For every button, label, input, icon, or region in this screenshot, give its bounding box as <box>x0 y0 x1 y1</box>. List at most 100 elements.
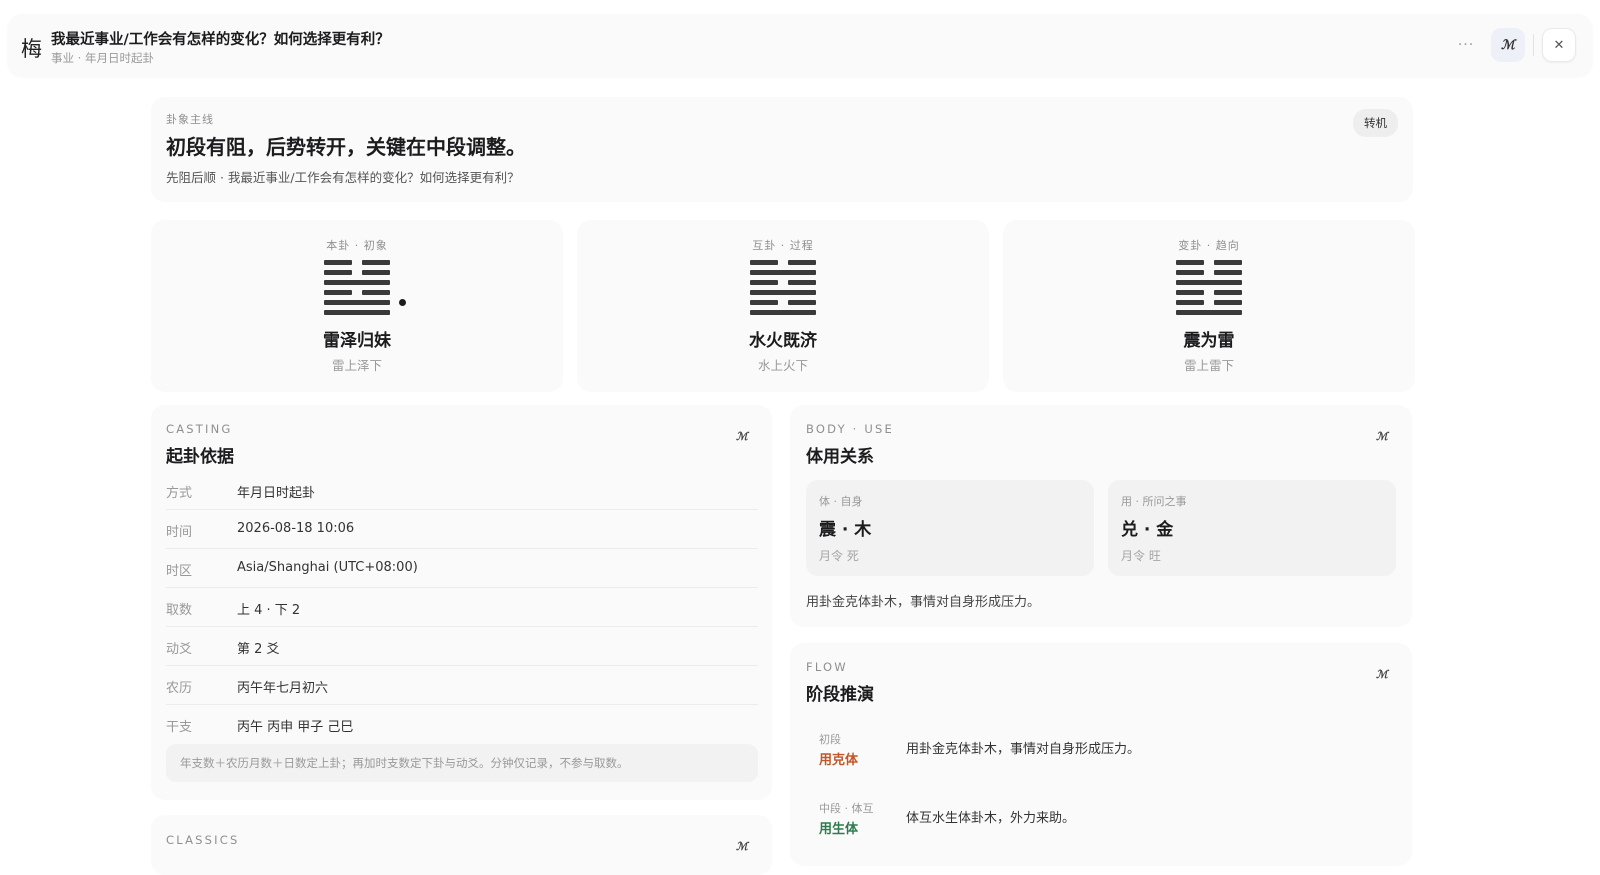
flow-eyebrow: FLOW <box>806 660 848 674</box>
stage-label: 初段 <box>819 733 841 746</box>
hexagram-card-original: 本卦 · 初象 雷泽归妹 雷上泽下 <box>151 220 563 392</box>
casting-row: 动爻 第 2 爻 <box>166 627 758 666</box>
stage-relation: 用克体 <box>819 753 859 768</box>
summary-description: 先阻后顺 · 我最近事业/工作会有怎样的变化？如何选择更有利？ <box>166 170 520 185</box>
moving-line-marker <box>399 299 406 306</box>
stage-relation: 用生体 <box>819 822 859 837</box>
yin-line <box>324 290 390 295</box>
casting-row-key: 农历 <box>166 681 193 696</box>
body-value: 震 · 木 <box>819 520 872 540</box>
hexagram-trigrams: 水上火下 <box>757 358 808 373</box>
casting-row-value: 丙午 丙申 甲子 己巳 <box>237 720 354 735</box>
hexagram-name: 雷泽归妹 <box>323 331 391 351</box>
yang-line <box>324 280 390 285</box>
casting-row: 时间 2026-08-18 10:06 <box>166 510 758 549</box>
yin-line <box>1176 300 1242 305</box>
casting-row-value: 2026-08-18 10:06 <box>237 521 355 536</box>
yin-line <box>1176 290 1242 295</box>
yang-line <box>750 290 816 295</box>
trend-badge: 转机 <box>1353 109 1398 137</box>
yin-line <box>324 270 390 275</box>
use-status: 月令 旺 <box>1121 549 1161 563</box>
yin-line <box>750 280 816 285</box>
yang-line <box>1176 310 1242 315</box>
hexagram-name: 水火既济 <box>749 331 817 351</box>
flow-title: 阶段推演 <box>806 685 874 705</box>
ai-icon: ℳ <box>1501 37 1515 53</box>
summary-eyebrow: 卦象主线 <box>166 113 214 126</box>
yang-line <box>324 310 390 315</box>
body-use-card: BODY · USE 体用关系 ℳ 体 · 自身 震 · 木 月令 死 用 · … <box>790 405 1412 627</box>
classics-eyebrow: CLASSICS <box>166 833 240 847</box>
casting-row-value: 上 4 · 下 2 <box>237 603 301 618</box>
flow-card: FLOW 阶段推演 ℳ 初段 用克体 用卦金克体卦木，事情对自身形成压力。 中段… <box>790 643 1412 866</box>
yin-line <box>750 300 816 305</box>
hexagram-figure <box>324 260 406 316</box>
use-value: 兑 · 金 <box>1121 520 1174 540</box>
casting-row-value: 丙午年七月初六 <box>237 681 329 696</box>
stage-text: 体互水生体卦木，外力来助。 <box>906 811 1076 826</box>
summary-headline: 初段有阻，后势转开，关键在中段调整。 <box>166 135 526 159</box>
body-use-eyebrow: BODY · USE <box>806 422 894 436</box>
hexagram-trigrams: 雷上雷下 <box>1183 358 1234 373</box>
yin-line <box>1176 260 1242 265</box>
close-icon: ✕ <box>1553 37 1565 53</box>
yang-line <box>750 270 816 275</box>
casting-row-value: 第 2 爻 <box>237 642 280 657</box>
hexagram-card-mutual: 互卦 · 过程 水火既济 水上火下 <box>577 220 989 392</box>
hexagram-figure <box>750 260 816 316</box>
body-box: 体 · 自身 震 · 木 月令 死 <box>806 480 1094 576</box>
use-box: 用 · 所问之事 兑 · 金 月令 旺 <box>1108 480 1396 576</box>
casting-row: 方式 年月日时起卦 <box>166 471 758 510</box>
yang-line <box>1176 280 1242 285</box>
yin-line <box>750 260 816 265</box>
body-use-conclusion: 用卦金克体卦木，事情对自身形成压力。 <box>806 595 1041 610</box>
more-menu-button[interactable]: ··· <box>1449 28 1483 62</box>
use-label: 用 · 所问之事 <box>1121 495 1187 508</box>
close-button[interactable]: ✕ <box>1542 28 1576 62</box>
casting-card: CASTING 起卦依据 ℳ 方式 年月日时起卦 时间 2026-08-18 1… <box>151 405 772 800</box>
body-status: 月令 死 <box>819 549 859 563</box>
ai-interpret-button[interactable]: ℳ <box>1491 28 1525 62</box>
casting-row-key: 取数 <box>166 603 193 618</box>
stage-label: 中段 · 体互 <box>819 802 874 815</box>
classics-card: CLASSICS ℳ <box>151 815 772 875</box>
casting-row: 取数 上 4 · 下 2 <box>166 588 758 627</box>
yin-line <box>1176 270 1242 275</box>
title-bar-actions: ··· ℳ ✕ <box>1449 28 1576 62</box>
casting-row-key: 方式 <box>166 486 193 501</box>
body-label: 体 · 自身 <box>819 495 863 508</box>
title-bar: 梅 我最近事业/工作会有怎样的变化？如何选择更有利？ 事业 · 年月日时起卦 ·… <box>8 14 1592 76</box>
yang-line <box>324 300 390 305</box>
hexagram-figure <box>1176 260 1242 316</box>
yang-line <box>750 310 816 315</box>
hexagram-eyebrow: 互卦 · 过程 <box>752 239 814 252</box>
body-use-title: 体用关系 <box>806 447 874 467</box>
ai-interpret-icon[interactable]: ℳ <box>1376 668 1388 681</box>
more-icon: ··· <box>1457 37 1475 53</box>
summary-card: 卦象主线 初段有阻，后势转开，关键在中段调整。 先阻后顺 · 我最近事业/工作会… <box>151 97 1413 202</box>
casting-row-key: 干支 <box>166 720 193 735</box>
casting-row-key: 动爻 <box>166 642 193 657</box>
hexagram-card-changed: 变卦 · 趋向 震为雷 雷上雷下 <box>1003 220 1415 392</box>
ai-interpret-icon[interactable]: ℳ <box>1376 430 1388 443</box>
toolbar-divider <box>1533 34 1534 56</box>
casting-row-value: Asia/Shanghai (UTC+08:00) <box>237 560 418 575</box>
app-logo: 梅 <box>21 37 42 61</box>
yin-line <box>324 260 390 265</box>
casting-row-value: 年月日时起卦 <box>237 486 316 501</box>
ai-interpret-icon[interactable]: ℳ <box>736 430 748 443</box>
hexagram-eyebrow: 变卦 · 趋向 <box>1178 239 1240 252</box>
casting-note: 年支数＋农历月数＋日数定上卦；再加时支数定下卦与动爻。分钟仅记录，不参与取数。 <box>166 744 758 782</box>
ai-interpret-icon[interactable]: ℳ <box>736 840 748 853</box>
casting-row: 时区 Asia/Shanghai (UTC+08:00) <box>166 549 758 588</box>
hexagram-eyebrow: 本卦 · 初象 <box>326 239 388 252</box>
casting-title: 起卦依据 <box>166 447 234 467</box>
casting-row: 农历 丙午年七月初六 <box>166 666 758 705</box>
stage-text: 用卦金克体卦木，事情对自身形成压力。 <box>906 742 1141 757</box>
casting-row: 干支 丙午 丙申 甲子 己巳 <box>166 705 758 744</box>
question-meta: 事业 · 年月日时起卦 <box>51 51 154 65</box>
hexagram-name: 震为雷 <box>1183 331 1235 351</box>
casting-eyebrow: CASTING <box>166 422 233 436</box>
casting-row-key: 时区 <box>166 564 193 579</box>
